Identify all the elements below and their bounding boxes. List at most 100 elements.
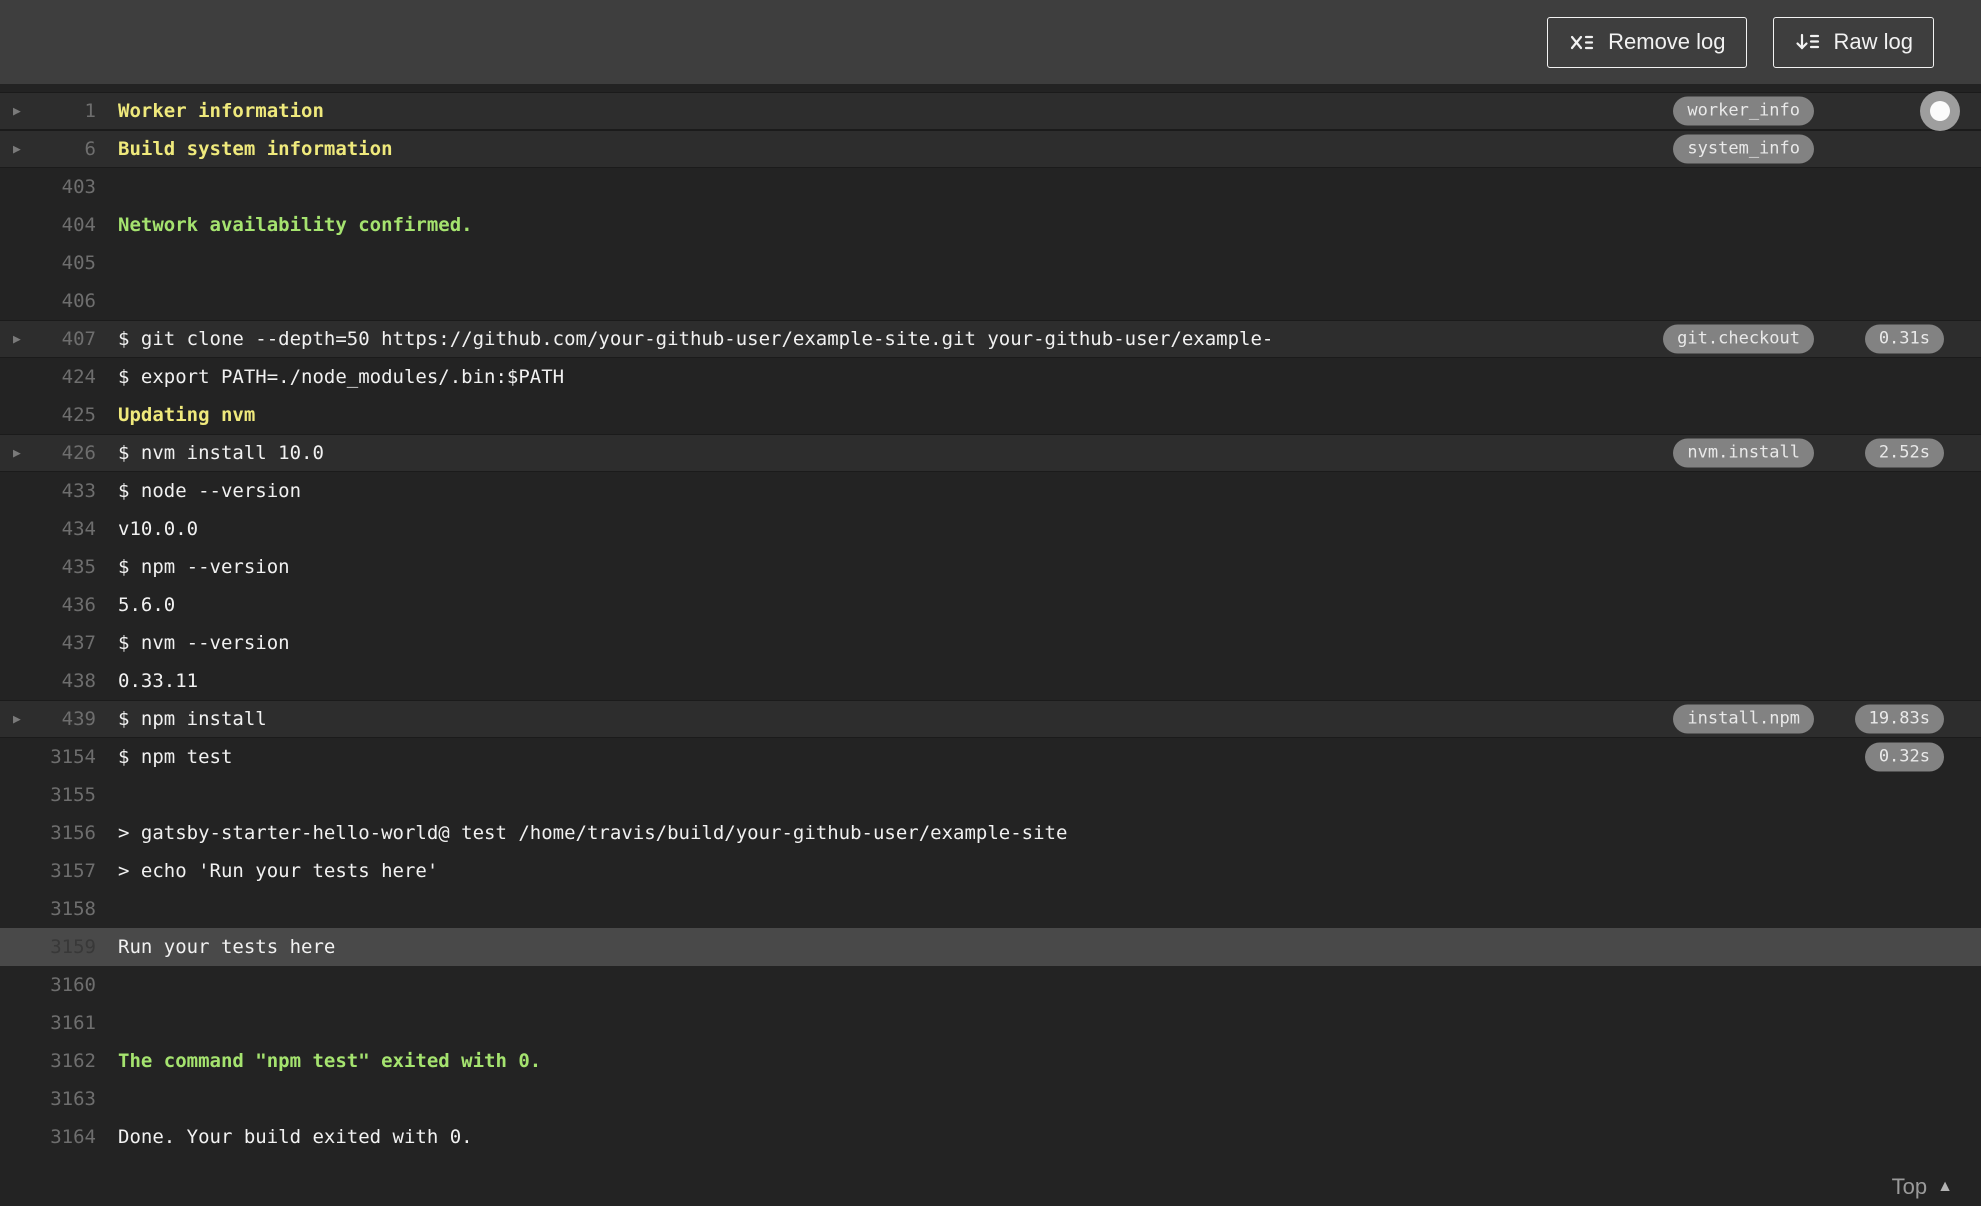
log-text: $ nvm install 10.0: [118, 442, 324, 464]
raw-log-icon: [1794, 29, 1821, 55]
line-number[interactable]: 3157: [40, 860, 96, 882]
line-number[interactable]: 439: [40, 708, 96, 730]
log-text: v10.0.0: [118, 518, 199, 540]
build-log: ▶ 1 Worker information worker_info ▶ 6 Build s…: [0, 84, 1981, 1156]
log-row: ▶ 407 $ git clone --depth=50 https://githu…: [0, 320, 1981, 358]
log-status-indicator-core: [1930, 101, 1950, 121]
log-row: 405: [0, 244, 1981, 282]
line-number[interactable]: 435: [40, 556, 96, 578]
log-text: $ node --version: [118, 480, 302, 502]
line-number[interactable]: 1: [40, 100, 96, 122]
line-number[interactable]: 3161: [40, 1012, 96, 1034]
line-number[interactable]: 403: [40, 176, 96, 198]
line-number[interactable]: 406: [40, 290, 96, 312]
duration-badge: 0.31s: [1864, 324, 1944, 354]
line-number[interactable]: 438: [40, 670, 96, 692]
log-row: 3154 $ npm test 0.32s: [0, 738, 1981, 776]
remove-log-button[interactable]: Remove log: [1547, 16, 1747, 68]
line-number[interactable]: 3162: [40, 1050, 96, 1072]
raw-log-button[interactable]: Raw log: [1772, 16, 1934, 68]
duration-badge: 19.83s: [1854, 704, 1944, 734]
log-toolbar: Remove log Raw log: [0, 0, 1981, 84]
line-number[interactable]: 6: [40, 138, 96, 160]
top-arrow-icon: ▲: [1937, 1178, 1953, 1195]
log-row: ▶ 6 Build system information system_info: [0, 130, 1981, 168]
line-number[interactable]: 3164: [40, 1126, 96, 1148]
log-row: 3160: [0, 966, 1981, 1004]
log-row: 438 0.33.11: [0, 662, 1981, 700]
line-number[interactable]: 436: [40, 594, 96, 616]
log-row: 3161: [0, 1004, 1981, 1042]
line-number[interactable]: 425: [40, 404, 96, 426]
line-number[interactable]: 437: [40, 632, 96, 654]
log-text: Updating nvm: [118, 404, 256, 426]
line-number[interactable]: 434: [40, 518, 96, 540]
log-text: Run your tests here: [118, 936, 336, 958]
line-number[interactable]: 405: [40, 252, 96, 274]
log-row: 3163: [0, 1080, 1981, 1118]
log-text: $ nvm --version: [118, 632, 290, 654]
fold-toggle-icon[interactable]: ▶: [0, 104, 40, 119]
fold-toggle-icon[interactable]: ▶: [0, 142, 40, 157]
line-number[interactable]: 424: [40, 366, 96, 388]
fold-name-badge: worker_info: [1673, 96, 1814, 126]
log-text: The command "npm test" exited with 0.: [118, 1050, 542, 1072]
line-number[interactable]: 404: [40, 214, 96, 236]
line-number[interactable]: 3159: [40, 936, 96, 958]
line-number[interactable]: 433: [40, 480, 96, 502]
log-text: $ export PATH=./node_modules/.bin:$PATH: [118, 366, 565, 388]
fold-name-badge: system_info: [1673, 134, 1814, 164]
log-row: ▶ 1 Worker information worker_info: [0, 91, 1981, 131]
log-row: 3158: [0, 890, 1981, 928]
fold-toggle-icon[interactable]: ▶: [0, 446, 40, 461]
line-number[interactable]: 3156: [40, 822, 96, 844]
line-number[interactable]: 407: [40, 328, 96, 350]
log-text: > gatsby-starter-hello-world@ test /home…: [118, 822, 1068, 844]
fold-name-badge: install.npm: [1673, 704, 1814, 734]
remove-log-icon: [1568, 29, 1595, 55]
line-number[interactable]: 3160: [40, 974, 96, 996]
log-row: ▶ 426 $ nvm install 10.0 nvm.install 2.52s: [0, 434, 1981, 472]
log-text: 5.6.0: [118, 594, 176, 616]
log-row: 434 v10.0.0: [0, 510, 1981, 548]
log-row: 403: [0, 168, 1981, 206]
log-row: 433 $ node --version: [0, 472, 1981, 510]
log-status-indicator-icon: [1920, 91, 1960, 131]
log-row: 3159 Run your tests here: [0, 928, 1981, 966]
log-row: 3155: [0, 776, 1981, 814]
log-text: 0.33.11: [118, 670, 199, 692]
line-number[interactable]: 3155: [40, 784, 96, 806]
line-number[interactable]: 426: [40, 442, 96, 464]
log-row: 435 $ npm --version: [0, 548, 1981, 586]
log-text: Done. Your build exited with 0.: [118, 1126, 473, 1148]
line-number[interactable]: 3158: [40, 898, 96, 920]
fold-name-badge: nvm.install: [1673, 438, 1814, 468]
fold-toggle-icon[interactable]: ▶: [0, 712, 40, 727]
log-text: Build system information: [118, 138, 393, 160]
raw-log-label: Raw log: [1833, 29, 1913, 54]
fold-name-badge: git.checkout: [1663, 324, 1814, 354]
log-row: 424 $ export PATH=./node_modules/.bin:$PA…: [0, 358, 1981, 396]
log-row: 3164 Done. Your build exited with 0.: [0, 1118, 1981, 1156]
duration-badge: 0.32s: [1864, 742, 1944, 772]
log-row: ▶ 439 $ npm install install.npm 19.83s: [0, 700, 1981, 738]
scroll-to-top-link[interactable]: Top ▲: [1892, 1174, 1953, 1200]
log-text: $ git clone --depth=50 https://github.co…: [118, 328, 1274, 350]
duration-badge: 2.52s: [1864, 438, 1944, 468]
log-row: 406: [0, 282, 1981, 320]
log-row: 437 $ nvm --version: [0, 624, 1981, 662]
line-number[interactable]: 3163: [40, 1088, 96, 1110]
line-number[interactable]: 3154: [40, 746, 96, 768]
log-text: $ npm --version: [118, 556, 290, 578]
log-text: $ npm install: [118, 708, 267, 730]
log-text: Network availability confirmed.: [118, 214, 473, 236]
log-row: 3162 The command "npm test" exited with 0…: [0, 1042, 1981, 1080]
remove-log-label: Remove log: [1608, 29, 1726, 54]
log-text: $ npm test: [118, 746, 233, 768]
scroll-to-top-label: Top: [1891, 1174, 1928, 1199]
fold-toggle-icon[interactable]: ▶: [0, 332, 40, 347]
log-row: 425 Updating nvm: [0, 396, 1981, 434]
log-rows: ▶ 1 Worker information worker_info ▶ 6 Build s…: [0, 91, 1981, 1156]
log-row: 436 5.6.0: [0, 586, 1981, 624]
log-row: 404 Network availability confirmed.: [0, 206, 1981, 244]
